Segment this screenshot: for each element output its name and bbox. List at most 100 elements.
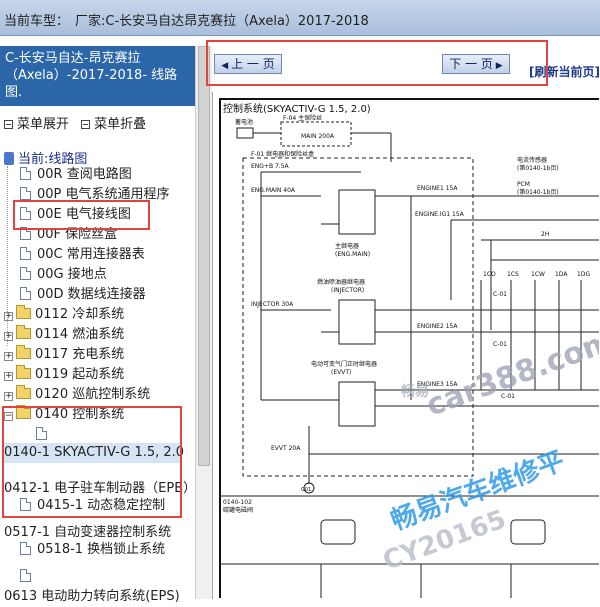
tree-folder-label: 0120 巡航控制系统 [35, 387, 151, 402]
expand-plus-icon[interactable]: + [4, 332, 13, 341]
tree-folder-0114[interactable]: +0114 燃油系统 [4, 325, 124, 345]
menu-expand-button[interactable]: 菜单展开 [4, 113, 69, 132]
menu-bar: 菜单展开 菜单折叠 [4, 113, 146, 132]
tree-item-label: 0517-1 自动变速器控制系统 [4, 525, 172, 540]
tree-folder-0119[interactable]: +0119 起动系统 [4, 365, 124, 385]
main-200a-label: MAIN 200A [301, 133, 335, 140]
document-icon [20, 542, 31, 555]
eng-b-label: ENG+B 7.5A [251, 163, 290, 170]
connector-name: 碳罐电磁阀 [223, 506, 253, 514]
evvt-relay-label: 电动可变气门正时继电器 [311, 360, 377, 368]
document-icon [20, 167, 31, 180]
evvt-relay [338, 381, 376, 427]
wiring-diagram-page: 控制系统(SKYACTIV-G 1.5, 2.0) 蓄电池 F-04 主保险丝 … [219, 98, 600, 598]
pin-head-label: 1CS [507, 271, 519, 278]
tree-folder-label: 0119 起动系统 [35, 367, 125, 382]
document-icon [20, 287, 31, 300]
evvt-relay-sub-label: (EVVT) [331, 369, 351, 376]
connector-c01-label: C-01 [493, 291, 507, 298]
tree-doc-0518-1[interactable]: 0518-1 换档锁止系统 [20, 540, 165, 560]
folder-icon [16, 305, 31, 319]
tree-folder-0112[interactable]: +0112 冷却系统 [4, 305, 124, 325]
document-icon [20, 247, 31, 260]
expand-plus-icon[interactable]: + [4, 372, 13, 381]
book-icon [4, 152, 14, 165]
main-relay-label: 主继电器 [335, 242, 359, 250]
left-vertical-scrollbar[interactable] [195, 46, 212, 599]
current-model-label: 当前车型： [4, 14, 70, 29]
pcm-ref: (第0140-1b页) [517, 188, 559, 196]
current-sensor-label: 电流传感器 [517, 156, 547, 164]
engine-ig1-label: ENGINE.IG1 15A [415, 211, 465, 218]
tree-item-label: 00R 查阅电路图 [37, 167, 132, 182]
eng-main-label: ENG.MAIN 40A [251, 187, 296, 194]
menu-collapse-label: 菜单折叠 [94, 117, 147, 132]
right-content-pane: ◀ 上 一 页 下 一 页 ▶ [刷新当前页] 控制系统(SKYACTIV-G … [206, 36, 600, 599]
wiring-diagram: 控制系统(SKYACTIV-G 1.5, 2.0) 蓄电池 F-04 主保险丝 … [221, 102, 600, 598]
left-pane-header: C-长安马自达-昂克赛拉（Axela）-2017-2018- 线路图. [0, 46, 195, 106]
pin-head-label: 1CO [483, 271, 496, 278]
connector-c01-label: C-01 [493, 341, 507, 348]
connector-symbol-left [320, 519, 356, 545]
tree-item-00d[interactable]: 00D 数据线连接器 [20, 285, 146, 305]
highlight-box-0140 [2, 406, 182, 518]
relay-fuse-box-label: F-01 继电器和保险丝盒 [251, 150, 314, 158]
tree-folder-label: 0117 充电系统 [35, 347, 125, 362]
watermark-text: car388.com [422, 323, 599, 423]
document-icon [20, 569, 31, 582]
tree-item-00r[interactable]: 00R 查阅电路图 [20, 165, 132, 185]
battery-symbol [236, 127, 254, 139]
connector-number: 0140-102 [223, 499, 252, 506]
tree-item-label: 0518-1 换档锁止系统 [37, 542, 166, 557]
injector-relay-label: 燃油喷油器继电器 [317, 278, 365, 286]
pin-head-label: 1DA [555, 271, 568, 278]
ground-label: G01 [301, 487, 311, 493]
tree-item-label: 00C 常用连接器表 [37, 247, 145, 262]
engine2-fuse-label: ENGINE2 15A [417, 323, 458, 330]
injector-fuse-label: INJECTOR 30A [251, 301, 294, 308]
tree-folder-0120[interactable]: +0120 巡航控制系统 [4, 385, 150, 405]
pin-head-label: 1CW [531, 271, 545, 278]
folder-icon [16, 345, 31, 359]
current-model-value: 厂家:C-长安马自达昂克赛拉（Axela）2017-2018 [75, 14, 369, 29]
menu-expand-label: 菜单展开 [17, 117, 70, 132]
document-icon [20, 267, 31, 280]
injector-relay [338, 299, 376, 345]
scrollbar-thumb[interactable] [198, 46, 210, 466]
battery-label: 蓄电池 [235, 118, 253, 126]
title-bar: 当前车型： 厂家:C-长安马自达昂克赛拉（Axela）2017-2018 [0, 0, 600, 36]
tree-item-00g[interactable]: 00G 接地点 [20, 265, 107, 285]
highlight-box-nav [206, 40, 548, 86]
tree-item-label: 0613 电动助力转向系统(EPS) [4, 589, 180, 604]
evvt-fuse-label: EVVT 20A [271, 445, 301, 452]
highlight-box-00e [13, 200, 150, 230]
current-sensor-ref: (第0140-1b页) [517, 164, 559, 172]
folder-icon [16, 325, 31, 339]
expand-icon [4, 120, 13, 129]
pcm-label: PCM [517, 181, 530, 188]
injector-relay-sub-label: (INJECTOR) [331, 287, 364, 294]
pin-2h-label: 2H [541, 231, 549, 238]
expand-plus-icon[interactable]: + [4, 352, 13, 361]
tree-doc-extra[interactable] [20, 567, 37, 587]
connector-symbol-right [510, 519, 546, 545]
expand-plus-icon[interactable]: + [4, 392, 13, 401]
watermark-group: 畅易 car388.com 畅易汽车维修平 CY20165 [379, 323, 600, 576]
tree-item-label: 00G 接地点 [37, 267, 107, 282]
pin-head-label: 1DG [577, 271, 590, 278]
tree-folder-label: 0112 冷却系统 [35, 307, 125, 322]
relay-fuse-box-outline [242, 157, 474, 477]
expand-plus-icon[interactable]: + [4, 312, 13, 321]
tree-folder-label: 0114 燃油系统 [35, 327, 125, 342]
tree-item-0613[interactable]: 0613 电动助力转向系统(EPS) [4, 587, 180, 607]
tree-item-label: 00D 数据线连接器 [37, 287, 146, 302]
tree-folder-0117[interactable]: +0117 充电系统 [4, 345, 124, 365]
diagram-title: 控制系统(SKYACTIV-G 1.5, 2.0) [223, 102, 371, 115]
menu-collapse-button[interactable]: 菜单折叠 [81, 113, 146, 132]
folder-icon [16, 365, 31, 379]
tree-item-00c[interactable]: 00C 常用连接器表 [20, 245, 145, 265]
wiring-diagram-frame: 控制系统(SKYACTIV-G 1.5, 2.0) 蓄电池 F-04 主保险丝 … [212, 92, 600, 599]
left-navigation-pane: C-长安马自达-昂克赛拉（Axela）-2017-2018- 线路图. 菜单展开… [0, 46, 196, 604]
engine1-fuse-label: ENGINE1 15A [417, 185, 458, 192]
main-fuse-label: F-04 主保险丝 [283, 114, 322, 122]
